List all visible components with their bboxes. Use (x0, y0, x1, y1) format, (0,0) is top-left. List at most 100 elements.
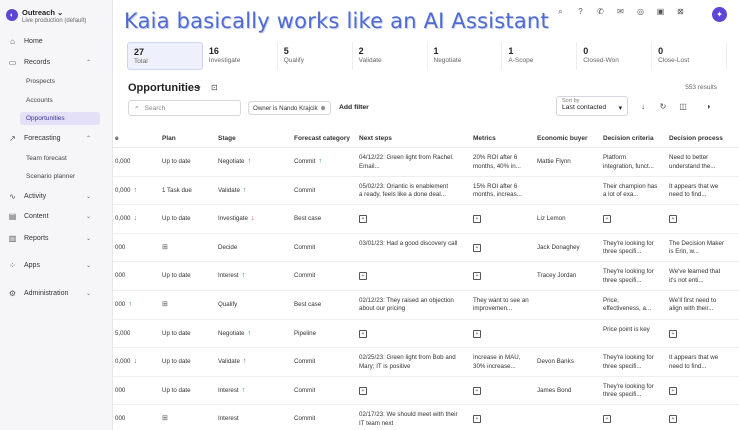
plan-cell[interactable]: Up to date (162, 387, 191, 396)
economic-buyer-cell[interactable]: Devon Banks (537, 358, 574, 367)
stage-cell[interactable]: Decide (218, 244, 237, 253)
column-header[interactable]: Forecast category (294, 135, 350, 142)
economic-buyer-cell[interactable]: Tracey Jordan (537, 272, 576, 281)
next-steps-cell[interactable]: 05/02/23: Oriantic is enablement a ready,… (359, 183, 448, 200)
sidebar-item-records[interactable]: ▭ Records ⌃ (0, 55, 113, 69)
plan-cell[interactable]: ⊞ (162, 244, 168, 253)
add-note-icon[interactable]: + (359, 329, 367, 338)
help-icon[interactable]: ? (575, 6, 586, 17)
decision-process-cell[interactable]: We've learned that it's not enti... (669, 268, 720, 285)
stage-tile-close-lost[interactable]: 0 Close-Lost (652, 42, 727, 70)
sidebar-subitem-opportunities[interactable]: Opportunities (20, 112, 100, 125)
next-steps-cell[interactable]: 02/25/23: Green light from Bob and Mary; … (359, 354, 456, 371)
sidebar-item-reports[interactable]: ▥ Reports ⌄ (0, 231, 113, 245)
economic-buyer-cell[interactable]: Jack Donaghey (537, 244, 580, 253)
plan-cell[interactable]: Up to date (162, 272, 191, 281)
table-row[interactable]: 000 Up to date Interest ↑ Commit + + They're lo… (113, 262, 739, 291)
decision-process-cell[interactable]: + (669, 415, 677, 424)
add-note-icon[interactable]: + (473, 243, 481, 252)
decision-process-cell[interactable]: + (669, 215, 677, 224)
decision-criteria-cell[interactable]: They're looking for three specifi... (603, 240, 654, 257)
tasks-icon[interactable]: ⊠ (675, 6, 686, 17)
stage-tile-closed-won[interactable]: 0 Closed-Won (577, 42, 653, 70)
decision-criteria-cell[interactable]: Platform integration, funct... (603, 154, 654, 171)
decision-criteria-cell[interactable]: They're looking for three specifi... (603, 268, 654, 285)
stage-tile-validate[interactable]: 2 Validate (353, 42, 428, 70)
decision-process-cell[interactable]: Need to better understand the... (669, 154, 715, 171)
table-row[interactable]: 0,000 ↑ 1 Task due Validate ↑ Commit 05/02/23:… (113, 177, 739, 206)
add-filter-button[interactable]: Add filter (339, 104, 369, 111)
add-note-icon[interactable]: + (359, 386, 367, 395)
forecast-cell[interactable]: Commit ↑ (294, 158, 322, 167)
forecast-cell[interactable]: Commit (294, 272, 315, 281)
sidebar-subitem-scenario-planner[interactable]: Scenario planner (20, 170, 100, 183)
next-steps-cell[interactable]: + (359, 329, 367, 339)
plan-cell[interactable]: Up to date (162, 215, 191, 224)
table-row[interactable]: 000 ↑ ⊞ Qualify Best case 02/12/23: They rais… (113, 291, 739, 320)
kaia-assistant-avatar[interactable]: ✦ (712, 7, 727, 22)
column-header[interactable]: Decision criteria (603, 135, 654, 142)
metrics-cell[interactable]: + (473, 386, 481, 396)
forecast-cell[interactable]: Commit (294, 415, 315, 424)
view-dropdown-chevron-icon[interactable]: ▾ (197, 84, 201, 92)
stage-cell[interactable]: Investigate ↓ (218, 215, 254, 224)
forecast-cell[interactable]: Best case (294, 301, 321, 310)
add-note-icon[interactable]: + (669, 329, 677, 338)
add-note-icon[interactable]: + (669, 386, 677, 395)
decision-criteria-cell[interactable]: + (603, 215, 611, 224)
org-switcher[interactable]: ◐ Outreach ⌄ Live production (default) (6, 8, 86, 24)
add-note-icon[interactable]: + (473, 386, 481, 395)
add-note-icon[interactable]: + (473, 272, 481, 281)
sidebar-item-administration[interactable]: ⚙ Administration ⌄ (0, 286, 113, 300)
table-row[interactable]: 000 ⊞ Interest Commit 02/17/23: We should me… (113, 405, 739, 430)
table-row[interactable]: 5,000 Up to date Negotiate ↑ Pipeline + + Price… (113, 320, 739, 349)
stage-tile-negotiate[interactable]: 1 Negotiate (428, 42, 503, 70)
stage-cell[interactable]: Interest ↑ (218, 387, 245, 396)
decision-process-cell[interactable]: + (669, 386, 677, 396)
sort-direction-icon[interactable]: ↓ (638, 102, 648, 111)
search-input[interactable]: ⌕ Search (128, 100, 241, 116)
calendar-icon[interactable]: ▣ (655, 6, 666, 17)
metrics-cell[interactable]: + (473, 329, 481, 339)
metrics-cell[interactable]: + (473, 243, 481, 253)
columns-icon[interactable]: ◫ (678, 102, 688, 111)
column-header[interactable]: Plan (162, 135, 176, 142)
decision-criteria-cell[interactable]: + (603, 415, 611, 424)
table-row[interactable]: 000 ⊞ Decide Commit 03/01/23: Had a good dis… (113, 234, 739, 263)
forecast-cell[interactable]: Commit (294, 387, 315, 396)
forecast-cell[interactable]: Commit (294, 187, 315, 196)
metrics-cell[interactable]: 20% ROI after 6 months, 40% in... (473, 154, 521, 171)
sidebar-item-apps[interactable]: ⁘ Apps ⌄ (0, 258, 113, 272)
stage-cell[interactable]: Interest ↑ (218, 272, 245, 281)
stage-cell[interactable]: Validate ↑ (218, 187, 246, 196)
mail-icon[interactable]: ✉ (615, 6, 626, 17)
decision-process-cell[interactable]: The Decision Maker is Erin, w... (669, 240, 724, 257)
next-steps-cell[interactable]: 02/17/23: We should meet with their IT te… (359, 411, 458, 428)
next-steps-cell[interactable]: + (359, 272, 367, 281)
decision-criteria-cell[interactable]: They're looking for three specifi... (603, 383, 654, 400)
plan-cell[interactable]: ⊞ (162, 415, 168, 424)
table-row[interactable]: 000 Up to date Interest ↑ Commit + + They're lo… (113, 377, 739, 406)
next-steps-cell[interactable]: 03/01/23: Had a good discovery call (359, 240, 457, 249)
next-steps-cell[interactable]: 04/12/22: Green light from Rachel. Email.… (359, 154, 454, 171)
forecast-cell[interactable]: Commit (294, 244, 315, 253)
add-note-icon[interactable]: + (603, 415, 611, 424)
plan-cell[interactable]: Up to date (162, 330, 191, 339)
map-icon[interactable]: ⊞ (162, 415, 168, 422)
sidebar-subitem-accounts[interactable]: Accounts (20, 94, 100, 107)
metrics-cell[interactable]: + (473, 415, 481, 424)
metrics-cell[interactable]: They want to see an improvemen... (473, 297, 529, 314)
decision-process-cell[interactable]: + (669, 329, 677, 339)
remove-filter-icon[interactable]: ⊗ (321, 105, 326, 112)
sort-by-select[interactable]: Sort by Last contacted ▾ (556, 96, 628, 116)
forecast-cell[interactable]: Pipeline (294, 330, 316, 339)
economic-buyer-cell[interactable]: James Bond (537, 387, 571, 396)
next-steps-cell[interactable]: 02/12/23: They raised an objection about … (359, 297, 454, 314)
table-row[interactable]: 0,000 ↓ Up to date Validate ↑ Commit 02/25/23:… (113, 348, 739, 377)
economic-buyer-cell[interactable]: Mattie Flynn (537, 158, 571, 167)
plan-cell[interactable]: ⊞ (162, 301, 168, 310)
metrics-cell[interactable]: 15% ROI after 6 months, increas... (473, 183, 522, 200)
stage-tile-investigate[interactable]: 16 Investigate (203, 42, 278, 70)
sidebar-subitem-prospects[interactable]: Prospects (20, 75, 100, 88)
sidebar-subitem-team-forecast[interactable]: Team forecast (20, 152, 100, 165)
